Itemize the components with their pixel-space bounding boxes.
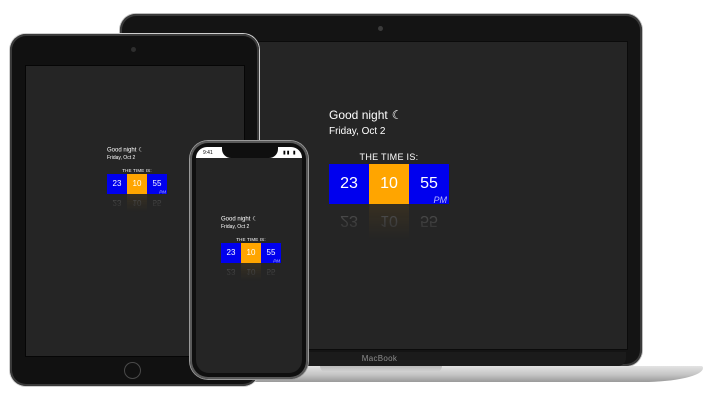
- minutes-reflection: 10: [369, 204, 409, 240]
- hours-reflection-value: 23: [112, 198, 122, 207]
- ipad-home-button[interactable]: [124, 362, 141, 379]
- greeting: Good night ☾: [221, 215, 281, 223]
- time-cells: 23 10 55 PM: [329, 164, 449, 205]
- seconds-value: 55: [266, 248, 276, 258]
- date-text: Friday, Oct 2: [221, 224, 250, 230]
- minutes-reflection-value: 10: [246, 267, 256, 276]
- hours-value: 23: [340, 175, 358, 192]
- time-reflection: 23 10 55: [221, 263, 281, 281]
- moon-icon: ☾: [391, 108, 403, 122]
- hours-reflection-value: 23: [226, 267, 236, 276]
- greeting-text: Good night: [329, 108, 388, 122]
- date-text: Friday, Oct 2: [107, 155, 136, 161]
- seconds-value: 55: [152, 179, 162, 189]
- seconds-reflection-value: 55: [152, 198, 162, 207]
- seconds-cell: 55 PM: [409, 164, 449, 205]
- seconds-cell: 55 PM: [261, 243, 281, 264]
- ipad-camera: [131, 47, 136, 52]
- seconds-reflection: 55: [409, 204, 449, 240]
- iphone-screen: Good night ☾ Friday, Oct 2 THE TIME IS: 2…: [196, 147, 302, 373]
- seconds-cell: 55 PM: [147, 174, 167, 195]
- time-label: THE TIME IS:: [359, 152, 419, 162]
- seconds-reflection: 55: [147, 194, 167, 212]
- iphone-status-time: 9:41: [203, 150, 213, 156]
- greeting: Good night ☾: [107, 146, 167, 154]
- time-reflection: 23 10 55: [107, 194, 167, 212]
- minutes-cell: 10: [127, 174, 147, 194]
- time-cells: 23 10 55 PM: [107, 174, 167, 195]
- minutes-value: 10: [380, 175, 398, 192]
- greeting-text: Good night: [221, 215, 251, 222]
- minutes-reflection: 10: [241, 263, 261, 281]
- time-label: THE TIME IS:: [122, 168, 152, 173]
- hours-cell: 23: [329, 164, 369, 204]
- iphone-notch: [222, 146, 278, 158]
- minutes-reflection: 10: [127, 194, 147, 212]
- hours-cell: 23: [221, 243, 241, 263]
- minutes-value: 10: [246, 248, 256, 258]
- seconds-reflection-value: 55: [266, 267, 276, 276]
- seconds-value: 55: [420, 175, 438, 192]
- seconds-reflection-value: 55: [420, 212, 438, 229]
- moon-icon: ☾: [252, 215, 258, 222]
- greeting-text: Good night: [107, 146, 137, 153]
- hours-cell: 23: [107, 174, 127, 194]
- clock-widget-ipad: Good night ☾ Friday, Oct 2 THE TIME IS: 2…: [107, 146, 167, 212]
- minutes-cell: 10: [241, 243, 261, 263]
- macbook-camera: [378, 26, 383, 31]
- hours-value: 23: [226, 248, 236, 258]
- time-label: THE TIME IS:: [236, 237, 266, 242]
- time-reflection: 23 10 55: [329, 204, 449, 240]
- hours-reflection-value: 23: [340, 212, 358, 229]
- moon-icon: ☾: [138, 146, 144, 153]
- hours-reflection: 23: [329, 204, 369, 240]
- minutes-reflection-value: 10: [132, 198, 142, 207]
- date-text: Friday, Oct 2: [329, 126, 386, 137]
- hours-reflection: 23: [221, 263, 241, 281]
- minutes-reflection-value: 10: [380, 212, 398, 229]
- macbook-opening-notch: [320, 366, 442, 372]
- iphone-status-icons: ▮▮ ▮: [283, 150, 297, 156]
- hours-value: 23: [112, 179, 122, 189]
- seconds-reflection: 55: [261, 263, 281, 281]
- clock-widget-macbook: Good night ☾ Friday, Oct 2 THE TIME IS: 2…: [329, 108, 449, 240]
- minutes-value: 10: [132, 179, 142, 189]
- minutes-cell: 10: [369, 164, 409, 204]
- hours-reflection: 23: [107, 194, 127, 212]
- greeting: Good night ☾: [329, 108, 449, 123]
- time-cells: 23 10 55 PM: [221, 243, 281, 264]
- clock-widget-iphone: Good night ☾ Friday, Oct 2 THE TIME IS: 2…: [221, 215, 281, 281]
